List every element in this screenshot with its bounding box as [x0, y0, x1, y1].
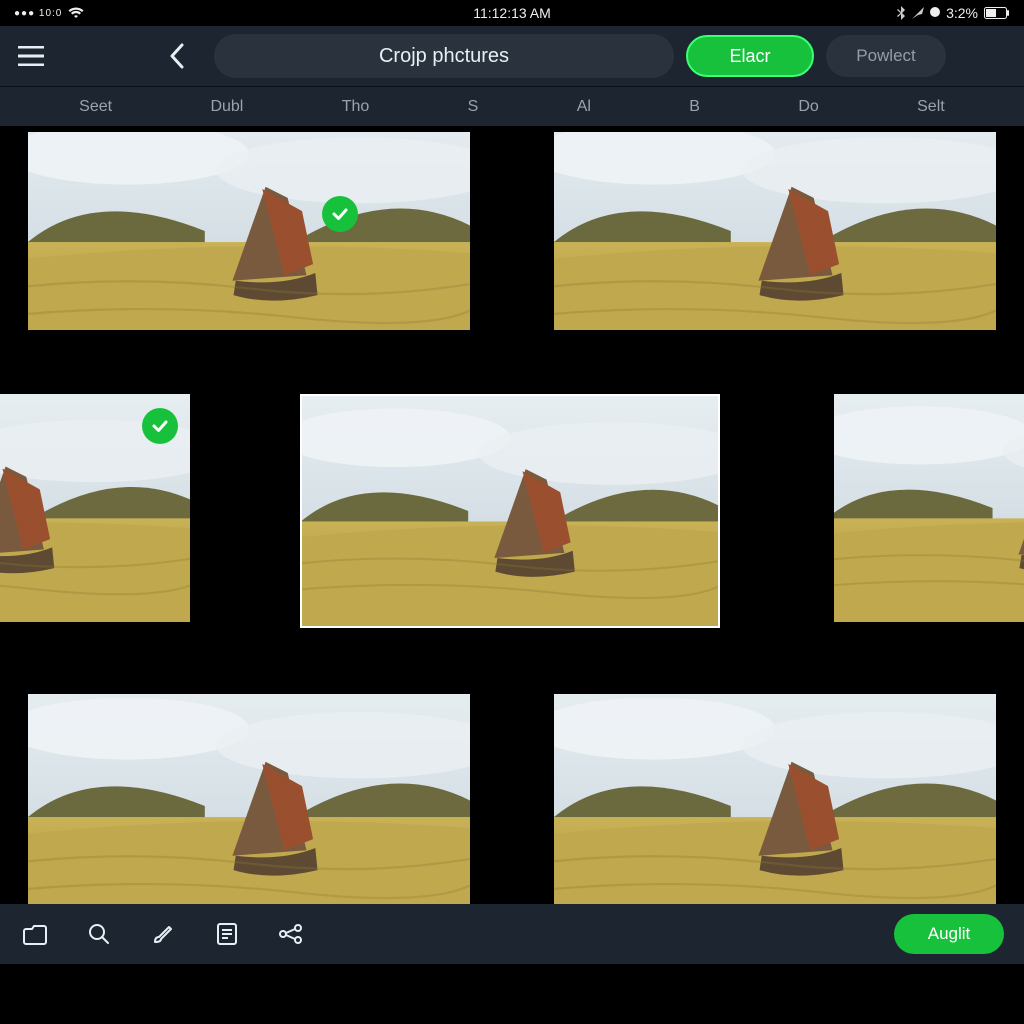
signal-dots: ●●● 10:0 — [14, 8, 62, 19]
battery-icon — [984, 7, 1010, 19]
thumbnail[interactable] — [834, 394, 1024, 622]
menu-icon[interactable] — [14, 39, 48, 73]
tab-6[interactable]: Do — [798, 98, 818, 116]
brush-icon[interactable] — [148, 919, 178, 949]
document-icon[interactable] — [212, 919, 242, 949]
thumbnail[interactable] — [554, 132, 996, 330]
checkmark-icon — [322, 196, 358, 232]
share-icon[interactable] — [276, 919, 306, 949]
send-icon — [912, 7, 924, 19]
thumbnail[interactable] — [28, 694, 470, 918]
thumbnail[interactable] — [300, 394, 720, 628]
primary-action-button[interactable]: Elacr — [686, 35, 814, 77]
thumbnail[interactable] — [0, 394, 190, 622]
checkmark-icon — [142, 408, 178, 444]
tab-7[interactable]: Selt — [917, 98, 945, 116]
tab-4[interactable]: Al — [577, 98, 591, 116]
apply-button[interactable]: Auglit — [894, 914, 1004, 954]
status-clock: 11:12:13 AM — [473, 5, 551, 21]
secondary-action-button[interactable]: Powlect — [826, 35, 946, 77]
thumbnail[interactable] — [554, 694, 996, 918]
location-icon — [930, 7, 940, 19]
thumbnail[interactable] — [28, 132, 470, 330]
thumbnail-grid: Auglit — [0, 126, 1024, 964]
page-title: Crojp phctures — [214, 34, 674, 78]
back-button[interactable] — [160, 39, 194, 73]
tab-0[interactable]: Seet — [79, 98, 112, 116]
bottom-toolbar: Auglit — [0, 904, 1024, 964]
tab-2[interactable]: Tho — [342, 98, 370, 116]
search-icon[interactable] — [84, 919, 114, 949]
status-bar: ●●● 10:0 11:12:13 AM 3:2% — [0, 0, 1024, 26]
app-bar: Crojp phctures Elacr Powlect — [0, 26, 1024, 86]
tab-3[interactable]: S — [468, 98, 479, 116]
wifi-icon — [68, 7, 84, 19]
tab-bar: Seet Dubl Tho S Al B Do Selt — [0, 86, 1024, 126]
tab-5[interactable]: B — [689, 98, 700, 116]
battery-pct: 3:2% — [946, 5, 978, 21]
tab-1[interactable]: Dubl — [210, 98, 243, 116]
folder-icon[interactable] — [20, 919, 50, 949]
bluetooth-icon — [896, 6, 906, 20]
